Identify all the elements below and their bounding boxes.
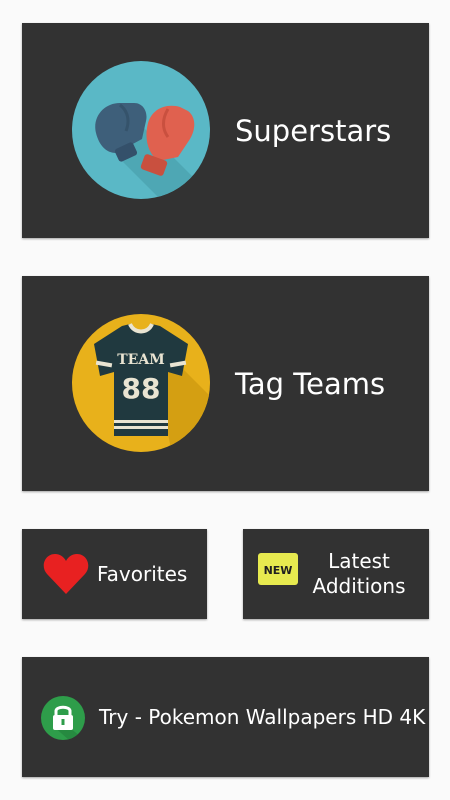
latest-additions-tile[interactable]: NEW Latest Additions bbox=[243, 529, 429, 619]
latest-label-line2: Additions bbox=[312, 574, 406, 598]
promo-tile[interactable]: Try - Pokemon Wallpapers HD 4K bbox=[22, 657, 429, 777]
promo-label: Try - Pokemon Wallpapers HD 4K bbox=[99, 705, 426, 729]
superstars-label: Superstars bbox=[235, 113, 392, 148]
boxing-gloves-icon bbox=[72, 61, 210, 199]
favorites-tile[interactable]: Favorites bbox=[22, 529, 207, 619]
jersey-number: 88 bbox=[122, 372, 161, 405]
superstars-tile[interactable]: Superstars bbox=[22, 23, 429, 238]
lock-icon bbox=[41, 696, 85, 740]
latest-additions-label: Latest Additions bbox=[305, 549, 413, 599]
favorites-label: Favorites bbox=[97, 562, 188, 586]
tag-teams-tile[interactable]: TEAM 88 Tag Teams bbox=[22, 276, 429, 491]
latest-label-line1: Latest bbox=[328, 549, 390, 573]
new-badge-text: NEW bbox=[264, 564, 293, 577]
new-badge-icon: NEW bbox=[258, 553, 298, 585]
team-jersey-icon: TEAM 88 bbox=[72, 314, 210, 452]
heart-icon bbox=[43, 554, 89, 594]
tag-teams-label: Tag Teams bbox=[235, 366, 386, 401]
jersey-team-text: TEAM bbox=[117, 352, 164, 368]
